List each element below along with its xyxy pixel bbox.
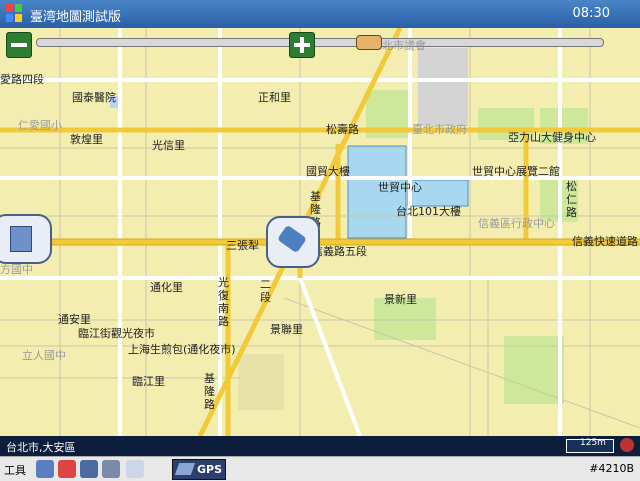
- map-label: 世貿中心: [378, 181, 422, 194]
- windows-logo-icon[interactable]: [6, 4, 22, 22]
- map-label: 光復南路: [218, 276, 229, 328]
- clock: 08:30: [572, 6, 610, 21]
- map-label: 正和里: [258, 91, 291, 104]
- map-id: #4210B: [589, 462, 634, 475]
- map-label: 信義快速道路: [572, 235, 638, 248]
- app-title: 臺湾地圖測試版: [30, 10, 122, 25]
- map-label: 亞力山大健身中心: [508, 131, 596, 144]
- car-icon[interactable]: [80, 460, 98, 478]
- map-label: 國泰醫院: [72, 91, 116, 104]
- map-label: 台北101大樓: [396, 205, 461, 218]
- status-bar: 台北市,大安區 125m: [0, 436, 640, 456]
- map-label: 二段: [260, 278, 271, 304]
- map-label: 光信里: [152, 139, 185, 152]
- vehicle-position-marker[interactable]: [266, 216, 320, 268]
- map-label: 臨江里: [132, 375, 165, 388]
- title-bar: 臺湾地圖測試版 08:30: [0, 0, 640, 28]
- zoom-slider[interactable]: [36, 38, 604, 47]
- cursor-icon[interactable]: [126, 460, 144, 478]
- map-label: 仁愛國小: [18, 119, 62, 132]
- map-label: 方國中: [0, 263, 33, 276]
- map-view[interactable]: 愛路四段 仁愛國小 國泰醫院 正和里 敦煌里 光信里 松壽路 臺北市政府 亞力山…: [0, 28, 640, 436]
- map-label: 世貿中心展覽二館: [472, 165, 560, 178]
- map-label: 上海生煎包(通化夜市): [128, 343, 236, 356]
- map-label: 北市議會: [382, 39, 426, 52]
- map-label: 三張犁: [226, 239, 259, 252]
- route-icon[interactable]: [102, 460, 120, 478]
- map-label: 基隆路: [204, 372, 215, 411]
- map-label: 立人國中: [22, 349, 66, 362]
- zoom-slider-thumb[interactable]: [356, 35, 382, 50]
- search-icon[interactable]: [36, 460, 54, 478]
- map-label: 通化里: [150, 281, 183, 294]
- map-label: 松壽路: [326, 123, 359, 136]
- map-label: 景新里: [384, 293, 417, 306]
- toolbar: 工具 GPS #4210B: [0, 456, 640, 481]
- current-location: 台北市,大安區: [6, 441, 76, 454]
- map-label: 信義路五段: [312, 245, 367, 258]
- map-label: 愛路四段: [0, 73, 44, 86]
- zoom-out-button[interactable]: [6, 32, 32, 58]
- map-label: 臺北市政府: [412, 123, 467, 136]
- zoom-in-button[interactable]: [289, 32, 315, 58]
- map-label: 松仁路: [566, 180, 577, 219]
- satellite-icon: [174, 463, 196, 475]
- compass-icon[interactable]: [620, 438, 634, 452]
- map-label: 通安里: [58, 313, 91, 326]
- favorite-icon[interactable]: [58, 460, 76, 478]
- scale-label: 125m: [580, 438, 606, 448]
- gps-button[interactable]: GPS: [172, 459, 226, 480]
- gps-label: GPS: [197, 463, 223, 476]
- map-label: 國貿大樓: [306, 165, 350, 178]
- map-label: 臨江街觀光夜市: [78, 327, 155, 340]
- map-roads: [0, 28, 640, 436]
- tools-menu[interactable]: 工具: [4, 462, 26, 478]
- map-label: 敦煌里: [70, 133, 103, 146]
- poi-list-button[interactable]: [0, 214, 52, 264]
- map-label: 景聯里: [270, 323, 303, 336]
- map-label: 信義區行政中心: [478, 217, 555, 230]
